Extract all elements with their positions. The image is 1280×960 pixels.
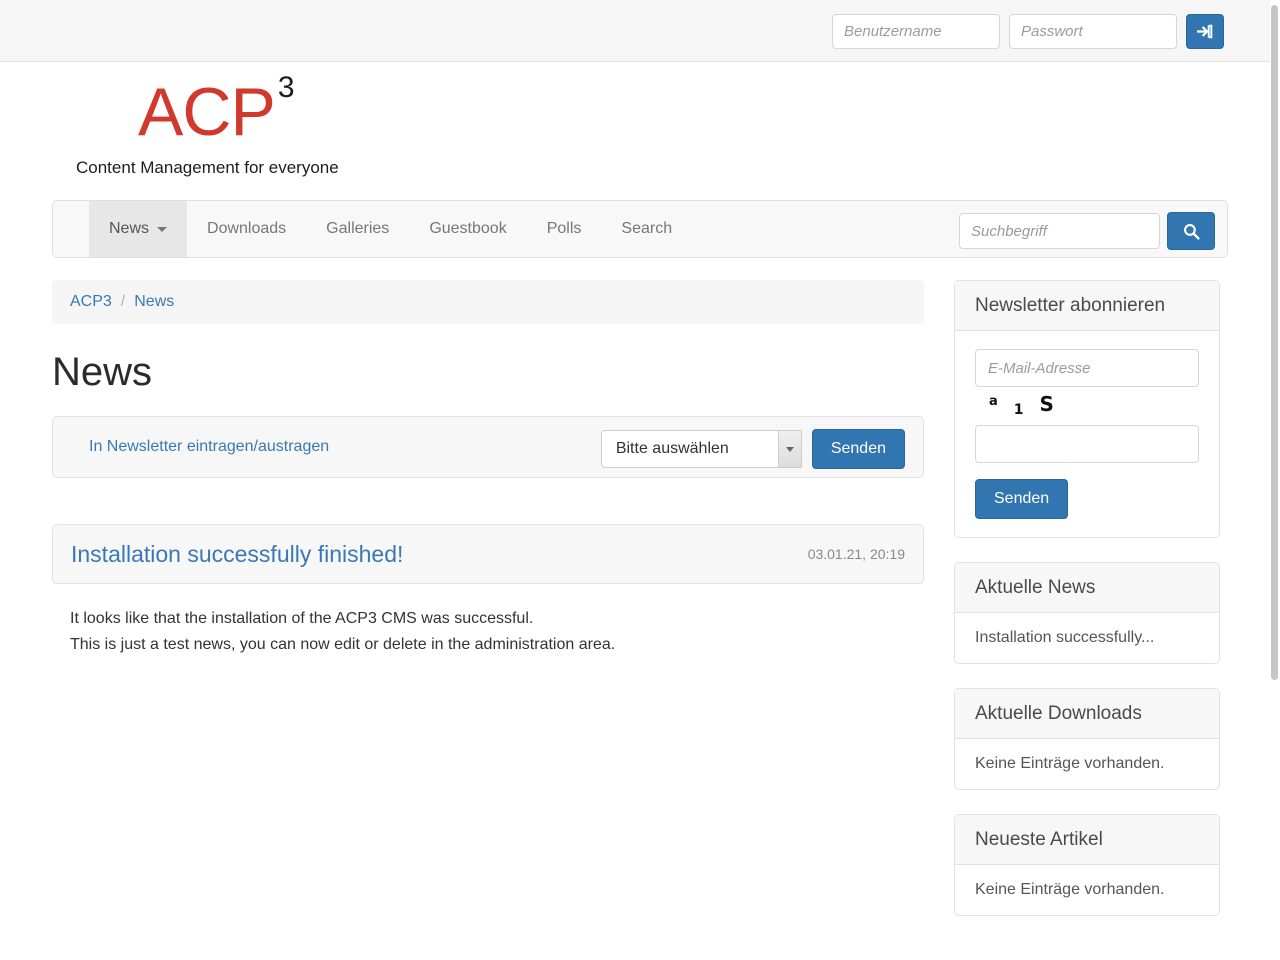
- newsletter-submit-button[interactable]: Senden: [811, 429, 905, 469]
- nav-item-guestbook[interactable]: Guestbook: [409, 201, 526, 257]
- widget-neueste-artikel-title: Neueste Artikel: [955, 815, 1219, 865]
- widget-aktuelle-news-title: Aktuelle News: [955, 563, 1219, 613]
- list-item[interactable]: Installation successfully...: [975, 629, 1154, 646]
- password-input[interactable]: [1009, 14, 1177, 49]
- sidebar: Newsletter abonnieren a 1 S Senden Aktue…: [954, 280, 1220, 940]
- chevron-down-icon: [157, 226, 168, 232]
- navbar-search-form: [959, 212, 1215, 250]
- article-body-line-1: It looks like that the installation of t…: [70, 610, 534, 627]
- breadcrumb-item-acp3[interactable]: ACP3: [70, 293, 112, 311]
- widget-newsletter-title: Newsletter abonnieren: [955, 281, 1219, 331]
- search-button[interactable]: [1167, 212, 1215, 250]
- content-layout: ACP3 / News News In Newsletter eintragen…: [52, 280, 1228, 940]
- page-scrollbar[interactable]: [1270, 0, 1280, 960]
- article-title-link[interactable]: Installation successfully finished!: [71, 541, 403, 568]
- breadcrumb-item-news[interactable]: News: [134, 293, 174, 311]
- newsletter-subscribe-row: In Newsletter eintragen/austragen Bitte …: [52, 416, 924, 478]
- widget-aktuelle-downloads: Aktuelle Downloads Keine Einträge vorhan…: [954, 688, 1220, 790]
- username-input[interactable]: [832, 14, 1000, 49]
- article-body: It looks like that the installation of t…: [52, 584, 924, 657]
- article-date: 03.01.21, 20:19: [807, 546, 905, 562]
- nav-item-downloads[interactable]: Downloads: [187, 201, 306, 257]
- nav-items: News Downloads Galleries Guestbook Polls…: [53, 201, 692, 257]
- newsletter-select-arrow-icon[interactable]: [778, 430, 802, 468]
- login-arrow-icon: [1196, 24, 1212, 39]
- top-login-bar: [0, 0, 1270, 62]
- newsletter-controls: Bitte auswählen Senden: [600, 429, 905, 469]
- branding: ACP 3 Content Management for everyone: [0, 62, 1270, 178]
- page-container: ACP 3 Content Management for everyone New…: [0, 62, 1270, 940]
- breadcrumb-separator: /: [120, 293, 126, 310]
- captcha-input[interactable]: [975, 425, 1199, 463]
- widget-aktuelle-news-body: Installation successfully...: [955, 613, 1219, 663]
- nav-item-search[interactable]: Search: [601, 201, 692, 257]
- login-form: [832, 14, 1224, 49]
- nav-item-polls[interactable]: Polls: [527, 201, 602, 257]
- main-navbar: News Downloads Galleries Guestbook Polls…: [52, 200, 1228, 258]
- site-logo[interactable]: ACP 3: [52, 73, 294, 146]
- nav-item-news[interactable]: News: [89, 201, 188, 257]
- nav-item-galleries[interactable]: Galleries: [306, 201, 409, 257]
- widget-newsletter: Newsletter abonnieren a 1 S Senden: [954, 280, 1220, 538]
- article-header: Installation successfully finished! 03.0…: [52, 524, 924, 584]
- newsletter-select-value: Bitte auswählen: [615, 440, 729, 457]
- main-column: ACP3 / News News In Newsletter eintragen…: [52, 280, 924, 940]
- captcha-image: a 1 S: [975, 387, 1199, 425]
- breadcrumb: ACP3 / News: [52, 280, 924, 324]
- search-input[interactable]: [959, 213, 1160, 249]
- login-button[interactable]: [1186, 14, 1224, 49]
- site-tagline: Content Management for everyone: [76, 158, 339, 177]
- page-title: News: [52, 350, 153, 394]
- captcha-char-1: a: [989, 393, 998, 409]
- newsletter-select[interactable]: Bitte auswählen: [600, 430, 779, 468]
- widget-aktuelle-downloads-title: Aktuelle Downloads: [955, 689, 1219, 739]
- logo-text: ACP: [138, 74, 276, 150]
- list-item: Keine Einträge vorhanden.: [975, 755, 1165, 772]
- nav-item-label: News: [109, 220, 150, 237]
- captcha-char-2: 1: [1013, 402, 1024, 418]
- captcha-char-3: S: [1039, 392, 1054, 416]
- widget-aktuelle-news: Aktuelle News Installation successfully.…: [954, 562, 1220, 664]
- widget-aktuelle-downloads-body: Keine Einträge vorhanden.: [955, 739, 1219, 789]
- newsletter-subscribe-link[interactable]: In Newsletter eintragen/austragen: [89, 438, 329, 456]
- widget-newsletter-body: a 1 S Senden: [955, 331, 1219, 537]
- newsletter-email-input[interactable]: [975, 349, 1199, 387]
- widget-neueste-artikel-body: Keine Einträge vorhanden.: [955, 865, 1219, 915]
- search-icon: [1183, 223, 1200, 240]
- page-scrollbar-thumb[interactable]: [1271, 5, 1278, 680]
- widget-neueste-artikel: Neueste Artikel Keine Einträge vorhanden…: [954, 814, 1220, 916]
- newsletter-widget-submit-button[interactable]: Senden: [975, 479, 1069, 519]
- logo-superscript: 3: [277, 71, 295, 105]
- list-item: Keine Einträge vorhanden.: [975, 881, 1165, 898]
- article-body-line-2: This is just a test news, you can now ed…: [70, 635, 616, 653]
